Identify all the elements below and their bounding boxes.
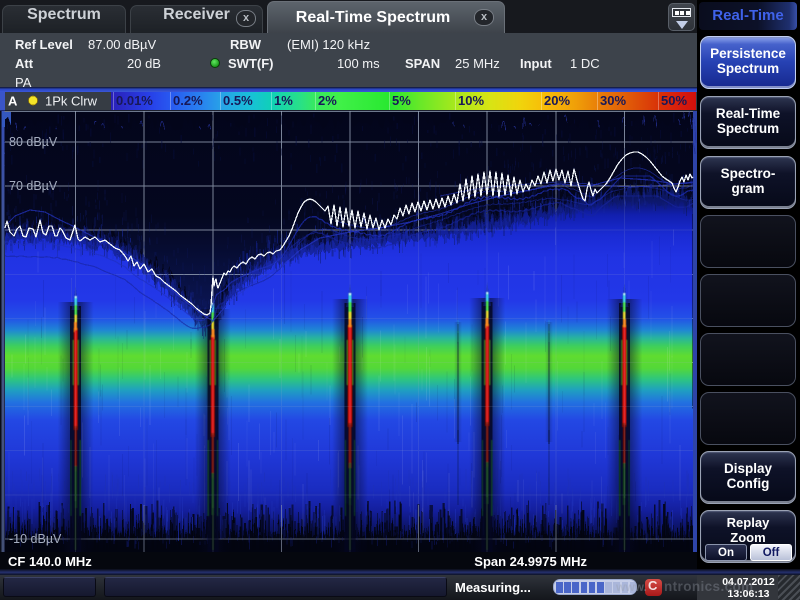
- svg-text:80 dBµV: 80 dBµV: [9, 135, 58, 149]
- svg-text:10%: 10%: [458, 93, 484, 108]
- svg-text:30%: 30%: [600, 93, 626, 108]
- svg-text:0.01%: 0.01%: [116, 93, 153, 108]
- svg-text:1%: 1%: [274, 93, 293, 108]
- svg-text:5%: 5%: [392, 93, 411, 108]
- svg-text:A: A: [8, 94, 18, 109]
- svg-text:0.2%: 0.2%: [173, 93, 203, 108]
- svg-text:-10 dBµV: -10 dBµV: [9, 532, 62, 546]
- svg-text:2%: 2%: [318, 93, 337, 108]
- svg-text:50%: 50%: [661, 93, 687, 108]
- svg-text:20%: 20%: [544, 93, 570, 108]
- svg-text:0.5%: 0.5%: [223, 93, 253, 108]
- svg-text:1Pk Clrw: 1Pk Clrw: [45, 94, 98, 109]
- svg-text:70 dBµV: 70 dBµV: [9, 179, 58, 193]
